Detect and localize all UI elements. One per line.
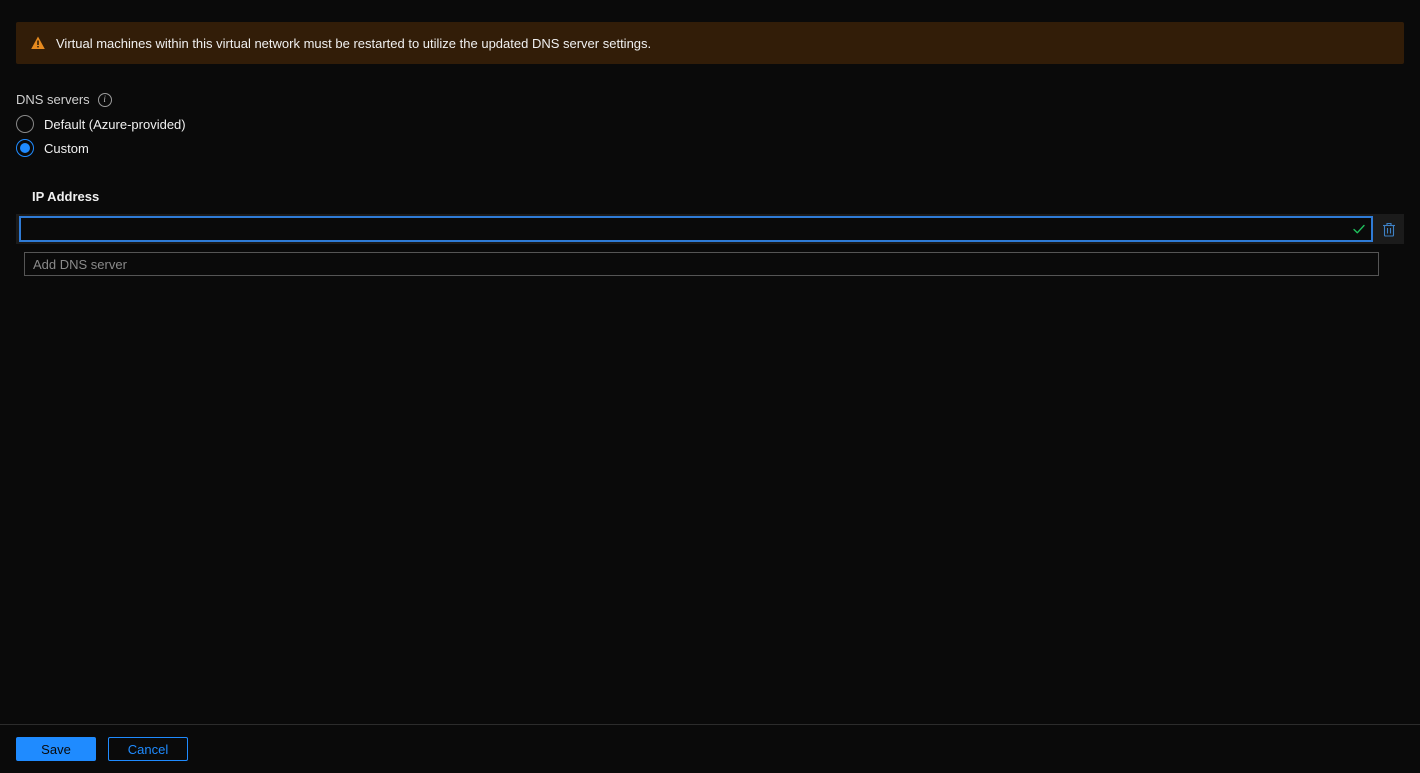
delete-dns-server-button[interactable] bbox=[1378, 218, 1400, 240]
radio-label-custom: Custom bbox=[44, 141, 89, 156]
save-button[interactable]: Save bbox=[16, 737, 96, 761]
ip-address-column-header: IP Address bbox=[16, 189, 1404, 204]
radio-indicator bbox=[16, 115, 34, 133]
radio-label-default: Default (Azure-provided) bbox=[44, 117, 186, 132]
dns-servers-label: DNS servers bbox=[16, 92, 90, 107]
dns-server-input-wrapper bbox=[20, 217, 1372, 241]
add-dns-server-row bbox=[16, 252, 1404, 276]
dns-server-row bbox=[16, 214, 1404, 244]
warning-triangle-icon bbox=[30, 35, 46, 51]
warning-text: Virtual machines within this virtual net… bbox=[56, 36, 651, 51]
info-icon[interactable]: i bbox=[98, 93, 112, 107]
radio-indicator-selected bbox=[16, 139, 34, 157]
dns-mode-radio-group: Default (Azure-provided) Custom bbox=[16, 115, 1404, 157]
dns-server-input[interactable] bbox=[20, 217, 1372, 241]
warning-banner: Virtual machines within this virtual net… bbox=[16, 22, 1404, 64]
trash-icon bbox=[1382, 222, 1396, 237]
radio-custom[interactable]: Custom bbox=[16, 139, 1404, 157]
ip-address-section: IP Address bbox=[16, 189, 1404, 276]
radio-default-azure[interactable]: Default (Azure-provided) bbox=[16, 115, 1404, 133]
cancel-button[interactable]: Cancel bbox=[108, 737, 188, 761]
footer: Save Cancel bbox=[0, 725, 1420, 773]
dns-servers-label-row: DNS servers i bbox=[16, 92, 1404, 107]
add-dns-server-input[interactable] bbox=[24, 252, 1379, 276]
